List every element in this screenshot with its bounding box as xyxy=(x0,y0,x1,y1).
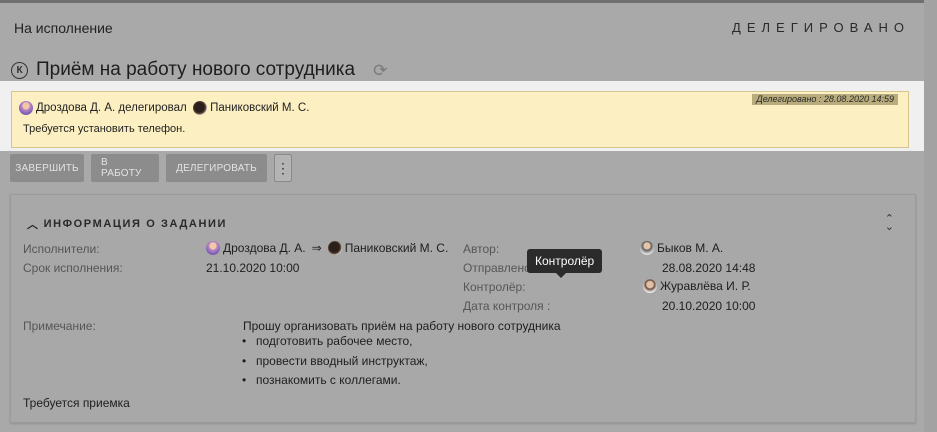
title-row: К Приём на работу нового сотрудника ⟳ xyxy=(11,59,387,81)
control-date-label: Дата контроля : xyxy=(463,299,551,313)
tooltip: Контролёр xyxy=(527,249,603,278)
avatar xyxy=(640,241,654,255)
delegate-name: Паниковский М. С. xyxy=(210,102,310,114)
delegate-button[interactable]: ДЕЛЕГИРОВАТЬ xyxy=(166,154,267,182)
delegation-line: Дроздова Д. А. делегировал Паниковский М… xyxy=(19,101,309,115)
avatar xyxy=(643,279,657,293)
author-name: Быков М. А. xyxy=(657,241,724,255)
arrow-icon: ⇒ xyxy=(311,241,322,255)
kind-icon: К xyxy=(11,61,28,79)
avatar xyxy=(206,241,220,255)
sent-value: 28.08.2020 14:48 xyxy=(662,261,756,275)
author-value: Быков М. А. xyxy=(640,241,723,255)
acceptance-required: Требуется приемка xyxy=(23,396,130,410)
executor-from: Дроздова Д. А. xyxy=(223,241,306,255)
scrollbar-track[interactable] xyxy=(924,0,937,432)
deadline-value: 21.10.2020 10:00 xyxy=(206,261,300,275)
list-item: • подготовить рабочее место, xyxy=(242,334,413,348)
chevron-up-icon[interactable]: ︿ xyxy=(27,216,40,232)
executor-to: Паниковский М. С. xyxy=(344,241,449,255)
controller-value: Журавлёва И. Р. xyxy=(643,279,751,293)
delegation-note: Делегировано : 28.08.2020 14:59 Дроздова… xyxy=(11,91,909,148)
avatar xyxy=(19,101,33,115)
task-status: На исполнение xyxy=(14,20,113,36)
delegator-name: Дроздова Д. А. xyxy=(36,102,116,114)
control-date-value: 20.10.2020 10:00 xyxy=(662,299,756,313)
list-item: • познакомить с коллегами. xyxy=(242,373,401,387)
list-item: • провести вводный инструктаж, xyxy=(242,353,428,368)
controller-label: Контролёр: xyxy=(463,280,526,294)
top-border xyxy=(0,0,937,3)
note-bullets: • подготовить рабочее место, • провести вв… xyxy=(242,334,428,393)
complete-button[interactable]: ЗАВЕРШИТЬ xyxy=(10,154,84,182)
note-label: Примечание: xyxy=(23,319,96,333)
avatar xyxy=(193,101,208,115)
toolbar: ЗАВЕРШИТЬ В РАБОТУ ДЕЛЕГИРОВАТЬ ⋮ xyxy=(10,154,292,182)
info-heading: ИНФОРМАЦИЯ О ЗАДАНИИ xyxy=(43,218,227,230)
expand-collapse-icon[interactable]: ⌃ ⌄ xyxy=(885,214,894,233)
note-text: Прошу организовать приём на работу новог… xyxy=(243,319,561,333)
sent-label: Отправлено: xyxy=(463,261,535,275)
more-menu-button[interactable]: ⋮ xyxy=(274,154,292,182)
delegation-stamp: Делегировано : 28.08.2020 14:59 xyxy=(752,94,898,105)
author-label: Автор: xyxy=(463,242,500,256)
list-item-text: провести вводный инструктаж, xyxy=(256,353,428,368)
list-item-text: познакомить с коллегами. xyxy=(256,373,401,387)
refresh-icon[interactable]: ⟳ xyxy=(373,62,387,79)
executors-label: Исполнители: xyxy=(23,242,100,256)
delegation-message: Требуется установить телефон. xyxy=(23,123,186,135)
state-label: ДЕЛЕГИРОВАНО xyxy=(732,20,910,35)
executors-value: Дроздова Д. А. ⇒ Паниковский М. С. xyxy=(206,241,448,255)
list-item-text: подготовить рабочее место, xyxy=(256,334,413,348)
info-header[interactable]: ︿ ИНФОРМАЦИЯ О ЗАДАНИИ xyxy=(27,216,227,232)
delegation-action: делегировал xyxy=(118,102,187,114)
controller-name: Журавлёва И. Р. xyxy=(660,279,751,293)
avatar xyxy=(327,241,342,255)
page-title: Приём на работу нового сотрудника xyxy=(36,59,356,80)
deadline-label: Срок исполнения: xyxy=(23,261,123,275)
in-work-button[interactable]: В РАБОТУ xyxy=(91,154,159,182)
